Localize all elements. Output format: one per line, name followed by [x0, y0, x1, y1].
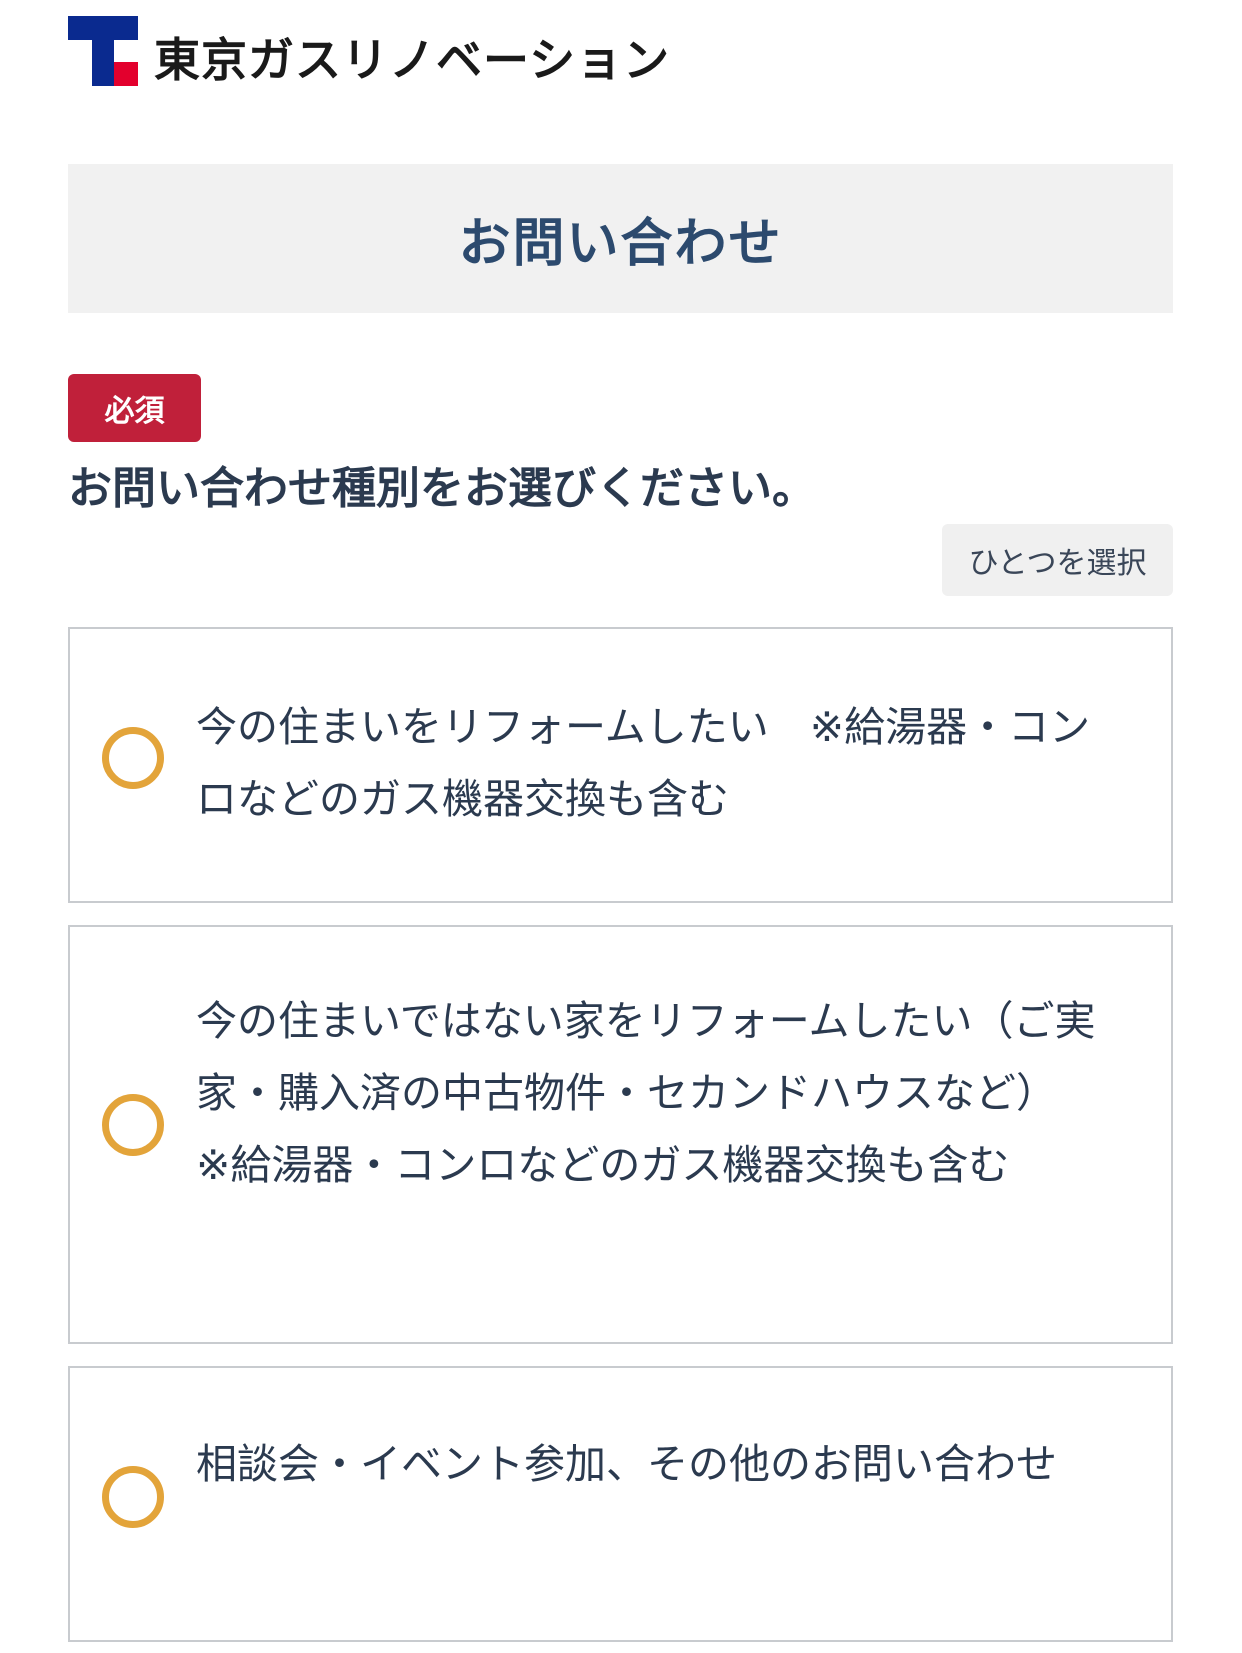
inquiry-option-current-home[interactable]: 今の住まいをリフォームしたい ※給湯器・コンロなどのガス機器交換も含む [68, 627, 1173, 903]
site-logo[interactable]: 東京ガスリノベーション [68, 16, 670, 87]
page-title-banner: お問い合わせ [68, 164, 1173, 313]
tokyo-gas-logo-icon [68, 16, 138, 86]
required-badge: 必須 [68, 374, 201, 442]
option-label: 相談会・イベント参加、その他のお問い合わせ [196, 1440, 1057, 1488]
radio-unselected-icon[interactable] [102, 1466, 164, 1528]
radio-unselected-icon[interactable] [102, 1094, 164, 1156]
question-label: お問い合わせ種別をお選びください。 [68, 463, 816, 514]
inquiry-option-other-home[interactable]: 今の住まいではない家をリフォームしたい（ご実家・購入済の中古物件・セカンドハウス… [68, 925, 1173, 1344]
inquiry-option-event-other[interactable]: 相談会・イベント参加、その他のお問い合わせ [68, 1366, 1173, 1642]
option-label: 今の住まいをリフォームしたい ※給湯器・コンロなどのガス機器交換も含む [196, 703, 1091, 823]
option-label: 今の住まいではない家をリフォームしたい（ご実家・購入済の中古物件・セカンドハウス… [196, 997, 1096, 1189]
page-title: お問い合わせ [458, 214, 783, 274]
radio-unselected-icon[interactable] [102, 727, 164, 789]
brand-name: 東京ガスリノベーション [154, 33, 671, 87]
select-one-hint: ひとつを選択 [942, 524, 1173, 596]
